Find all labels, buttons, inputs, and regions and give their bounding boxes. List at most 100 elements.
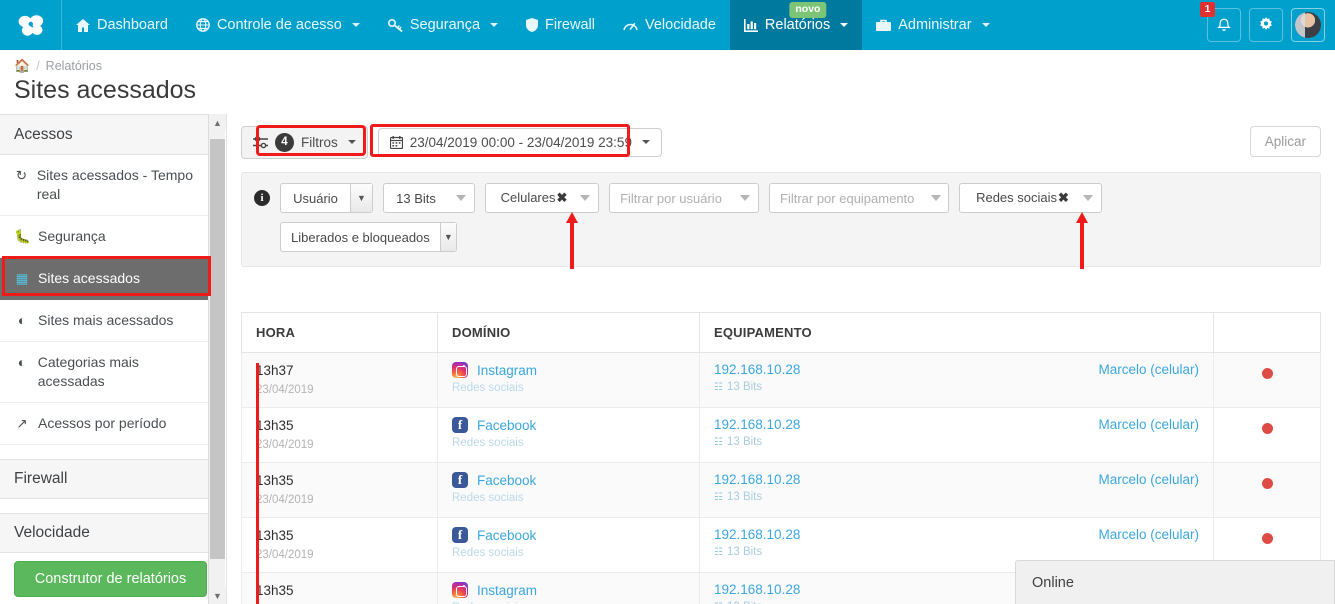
row-domain[interactable]: Instagram (477, 363, 537, 378)
row-domain[interactable]: Facebook (477, 418, 536, 433)
info-icon[interactable]: i (254, 190, 270, 206)
row-time: 13h35 (256, 418, 294, 433)
row-domain[interactable]: Facebook (477, 473, 536, 488)
gear-icon (1260, 17, 1272, 30)
sidebar-item-categorias-mais-acessadas[interactable]: ◐ Categorias mais acessadas (0, 342, 221, 403)
sidebar-item-label: Acessos por período (38, 415, 167, 431)
chevron-down-icon (924, 195, 948, 201)
row-user[interactable]: Marcelo (celular) (1098, 527, 1199, 542)
sidebar-item-label: Sites mais acessados (38, 312, 174, 328)
nav-label: Administrar (898, 17, 972, 33)
sidebar-item-sites-acessados-tempo-real[interactable]: ↻ Sites acessados - Tempo real (0, 155, 221, 216)
nav-label: Velocidade (644, 17, 716, 33)
column-header-dominio[interactable]: DOMÍNIO (437, 312, 700, 353)
sidebar-item-sites-acessados[interactable]: ▦ Sites acessados (0, 258, 221, 300)
column-header-equipamento[interactable]: EQUIPAMENTO (699, 312, 1214, 353)
row-user[interactable]: Marcelo (celular) (1098, 472, 1199, 487)
home-icon[interactable]: 🏠 (14, 58, 30, 74)
column-header-hora[interactable]: HORA (241, 312, 438, 353)
nav-item-controle-de-acesso[interactable]: Controle de acesso (182, 0, 374, 50)
sidebar-scrollbar[interactable]: ▲ ▼ (208, 114, 226, 604)
clear-icon[interactable]: ✖ (557, 190, 568, 205)
line-chart-icon: ↗ (16, 416, 28, 431)
user-type-select[interactable]: Usuário ▼ (280, 183, 373, 213)
chevron-down-icon (572, 195, 598, 201)
clear-icon[interactable]: ✖ (1058, 190, 1069, 205)
scroll-down-button[interactable]: ▼ (209, 587, 226, 604)
notifications-button[interactable]: 1 (1200, 2, 1241, 42)
status-badge (1261, 368, 1273, 379)
nav-item-seguranca[interactable]: Segurança (374, 0, 512, 50)
select-value: Redes sociais (976, 190, 1058, 205)
nav-item-administrar[interactable]: Administrar (862, 0, 1003, 50)
cell-equipamento: 192.168.10.28 Marcelo (celular) ☷13 Bits (699, 352, 1214, 408)
row-date: 23/04/2019 (256, 494, 314, 506)
breadcrumb-item-relatorios[interactable]: Relatórios (46, 59, 102, 73)
sidebar-item-label: Sites acessados - Tempo real (36, 167, 193, 202)
row-ip[interactable]: 192.168.10.28 (714, 472, 800, 487)
instagram-icon (452, 582, 468, 598)
chat-widget[interactable]: Online (1015, 560, 1335, 604)
nav-item-velocidade[interactable]: Velocidade (609, 0, 730, 50)
sidebar-item-sites-mais-acessados[interactable]: ◐ Sites mais acessados (0, 300, 221, 342)
scrollbar-thumb[interactable] (210, 139, 225, 559)
row-user[interactable]: Marcelo (celular) (1098, 362, 1199, 377)
brand-logo[interactable] (0, 0, 62, 50)
status-select[interactable]: Liberados e bloqueados ▼ (280, 222, 457, 252)
row-ip[interactable]: 192.168.10.28 (714, 527, 800, 542)
row-ip[interactable]: 192.168.10.28 (714, 417, 800, 432)
navbar-items: Dashboard Controle de acesso Segurança F… (62, 0, 1004, 50)
row-category: Redes sociais (452, 437, 524, 449)
table-row[interactable]: 13h35 23/04/2019 f Facebook Redes sociai… (241, 462, 1321, 518)
table-row[interactable]: 13h35 23/04/2019 f Facebook Redes sociai… (241, 407, 1321, 463)
select-value: Liberados e bloqueados (291, 229, 430, 245)
breadcrumb-separator: / (36, 59, 40, 73)
facebook-icon: f (452, 417, 468, 433)
category-filter-select[interactable]: Redes sociais✖ (959, 183, 1102, 213)
sidebar-item-acessos-por-periodo[interactable]: ↗ Acessos por período (0, 403, 221, 445)
pie-chart-icon: ◐ (17, 355, 26, 370)
row-user[interactable]: Marcelo (celular) (1098, 417, 1199, 432)
company-select[interactable]: 13 Bits (383, 183, 475, 213)
chevron-down-icon (641, 140, 650, 144)
key-icon (387, 19, 403, 32)
apply-button[interactable]: Aplicar (1249, 126, 1321, 157)
nav-item-dashboard[interactable]: Dashboard (62, 0, 182, 50)
cell-hora: 13h37 23/04/2019 (241, 352, 438, 408)
sidebar-group-velocidade[interactable]: Velocidade (0, 513, 221, 553)
user-avatar-button[interactable] (1291, 8, 1325, 42)
calendar-icon (389, 135, 403, 149)
filters-panel: i Usuário ▼ 13 Bits Celulares✖ Filtrar p… (241, 172, 1321, 267)
filters-row-2: Liberados e bloqueados ▼ (254, 222, 1308, 252)
settings-button[interactable] (1249, 8, 1283, 42)
table-row[interactable]: 13h37 23/04/2019 Instagram Redes sociais (241, 352, 1321, 408)
column-header-status[interactable] (1213, 312, 1321, 353)
device-filter-select[interactable]: Filtrar por equipamento (769, 183, 949, 213)
group-select[interactable]: Celulares✖ (485, 183, 599, 213)
row-ip[interactable]: 192.168.10.28 (714, 362, 800, 377)
cell-dominio: f Facebook Redes sociais (437, 462, 700, 518)
sidebar-item-label: Sites acessados (38, 270, 140, 286)
select-placeholder: Filtrar por usuário (620, 190, 722, 206)
globe-icon (196, 18, 210, 32)
nav-item-firewall[interactable]: Firewall (512, 0, 609, 50)
facebook-icon: f (452, 472, 468, 488)
date-range-button[interactable]: 23/04/2019 00:00 - 23/04/2019 23:59 (377, 127, 662, 157)
report-builder-button[interactable]: Construtor de relatórios (14, 561, 207, 597)
user-filter-select[interactable]: Filtrar por usuário (609, 183, 759, 213)
row-ip[interactable]: 192.168.10.28 (714, 582, 800, 597)
sidebar-button-wrap: Construtor de relatórios (0, 553, 221, 597)
status-badge (1261, 423, 1273, 434)
sidebar-group-firewall[interactable]: Firewall (0, 459, 221, 499)
row-domain[interactable]: Facebook (477, 528, 536, 543)
scroll-up-button[interactable]: ▲ (209, 114, 226, 131)
row-domain[interactable]: Instagram (477, 583, 537, 598)
table-header-row: HORA DOMÍNIO EQUIPAMENTO (241, 312, 1321, 353)
sidebar-item-seguranca[interactable]: 🐛 Segurança (0, 216, 221, 258)
nav-item-relatorios[interactable]: novo Relatórios (729, 0, 863, 50)
clover-logo-icon (18, 15, 43, 36)
network-icon: ☷ (714, 436, 723, 448)
bell-icon (1217, 18, 1231, 31)
filters-button[interactable]: 4 Filtros (241, 125, 368, 159)
page-header: 🏠 / Relatórios Sites acessados (0, 50, 1335, 114)
